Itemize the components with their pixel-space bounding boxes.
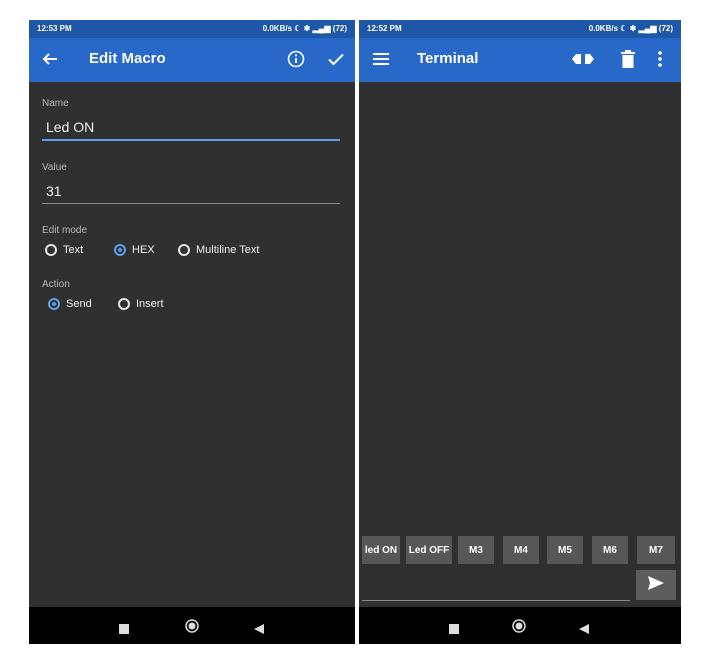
macro-button-5[interactable]: M5 [547,536,583,564]
status-bar: 12:53 PM 0.0KB/s ☾ ✱ ▂▄▆ (72) [29,20,355,38]
value-field-underline [42,203,340,204]
page-title: Edit Macro [89,50,166,67]
send-icon [648,575,664,595]
macro-button-3[interactable]: M3 [458,536,494,564]
circle-icon[interactable] [185,619,199,638]
radio-action-insert[interactable]: Insert [118,298,164,310]
triangle-back-icon[interactable] [579,621,589,639]
value-field[interactable]: 31 [46,183,62,199]
name-field[interactable]: Led ON [46,119,94,135]
status-bar: 12:52 PM 0.0KB/s ☾ ✱ ▂▄▆ (72) [359,20,681,38]
system-nav-bar [29,607,355,644]
triangle-back-icon[interactable] [254,621,264,639]
page-title: Terminal [417,50,479,67]
edit-mode-label: Edit mode [42,225,88,236]
radio-edit-mode-text[interactable]: Text [45,244,83,256]
more-vert-icon[interactable] [658,51,662,72]
status-indicators: 0.0KB/s ☾ ✱ ▂▄▆ (72) [262,24,347,33]
send-input-underline [362,600,630,601]
action-label: Action [42,279,70,290]
radio-action-send[interactable]: Send [48,298,92,310]
macro-label: M5 [558,544,572,556]
send-text-input[interactable] [362,572,628,598]
radio-unchecked-icon [45,244,57,256]
macro-label: M6 [603,544,617,556]
edit-macro-screen: 12:53 PM 0.0KB/s ☾ ✱ ▂▄▆ (72) Edit Macro… [29,20,355,644]
radio-label: Text [63,244,84,256]
macro-label: Led OFF [408,544,450,556]
square-icon[interactable] [119,621,129,639]
macro-button-6[interactable]: M6 [592,536,628,564]
radio-edit-mode-multiline[interactable]: Multiline Text [178,244,259,256]
radio-label: Send [66,298,92,310]
name-label: Name [42,98,69,109]
radio-unchecked-icon [118,298,130,310]
connection-icon[interactable] [571,52,595,71]
app-bar: Edit Macro [29,38,355,82]
macro-label: M3 [469,544,483,556]
status-time: 12:53 PM [37,24,72,33]
arrow-back-icon[interactable] [41,50,59,73]
trash-icon[interactable] [621,50,635,73]
status-indicators: 0.0KB/s ☾ ✱ ▂▄▆ (72) [588,24,673,33]
info-icon[interactable] [287,50,305,73]
edit-form: Name Led ON Value 31 Edit mode Text HEX … [29,82,355,607]
macro-label: M7 [649,544,663,556]
system-nav-bar [359,607,681,644]
radio-unchecked-icon [178,244,190,256]
radio-checked-icon [114,244,126,256]
radio-label: Insert [136,298,164,310]
app-bar: Terminal [359,38,681,82]
radio-label: HEX [132,244,155,256]
macro-button-4[interactable]: M4 [503,536,539,564]
radio-edit-mode-hex[interactable]: HEX [114,244,155,256]
macro-button-2[interactable]: Led OFF [406,536,452,564]
value-label: Value [42,162,67,173]
terminal-screen: 12:52 PM 0.0KB/s ☾ ✱ ▂▄▆ (72) Terminal l… [359,20,681,644]
macro-label: M4 [514,544,528,556]
macro-button-1[interactable]: led ON [362,536,400,564]
circle-icon[interactable] [512,619,526,638]
send-button[interactable] [636,570,676,600]
radio-checked-icon [48,298,60,310]
square-icon[interactable] [449,621,459,639]
name-field-underline [42,139,340,141]
macro-button-7[interactable]: M7 [637,536,675,564]
radio-label: Multiline Text [196,244,260,256]
hamburger-menu-icon[interactable] [373,51,389,72]
check-icon[interactable] [327,50,345,73]
status-time: 12:52 PM [367,24,402,33]
macro-label: led ON [364,544,398,556]
terminal-output [359,82,681,607]
